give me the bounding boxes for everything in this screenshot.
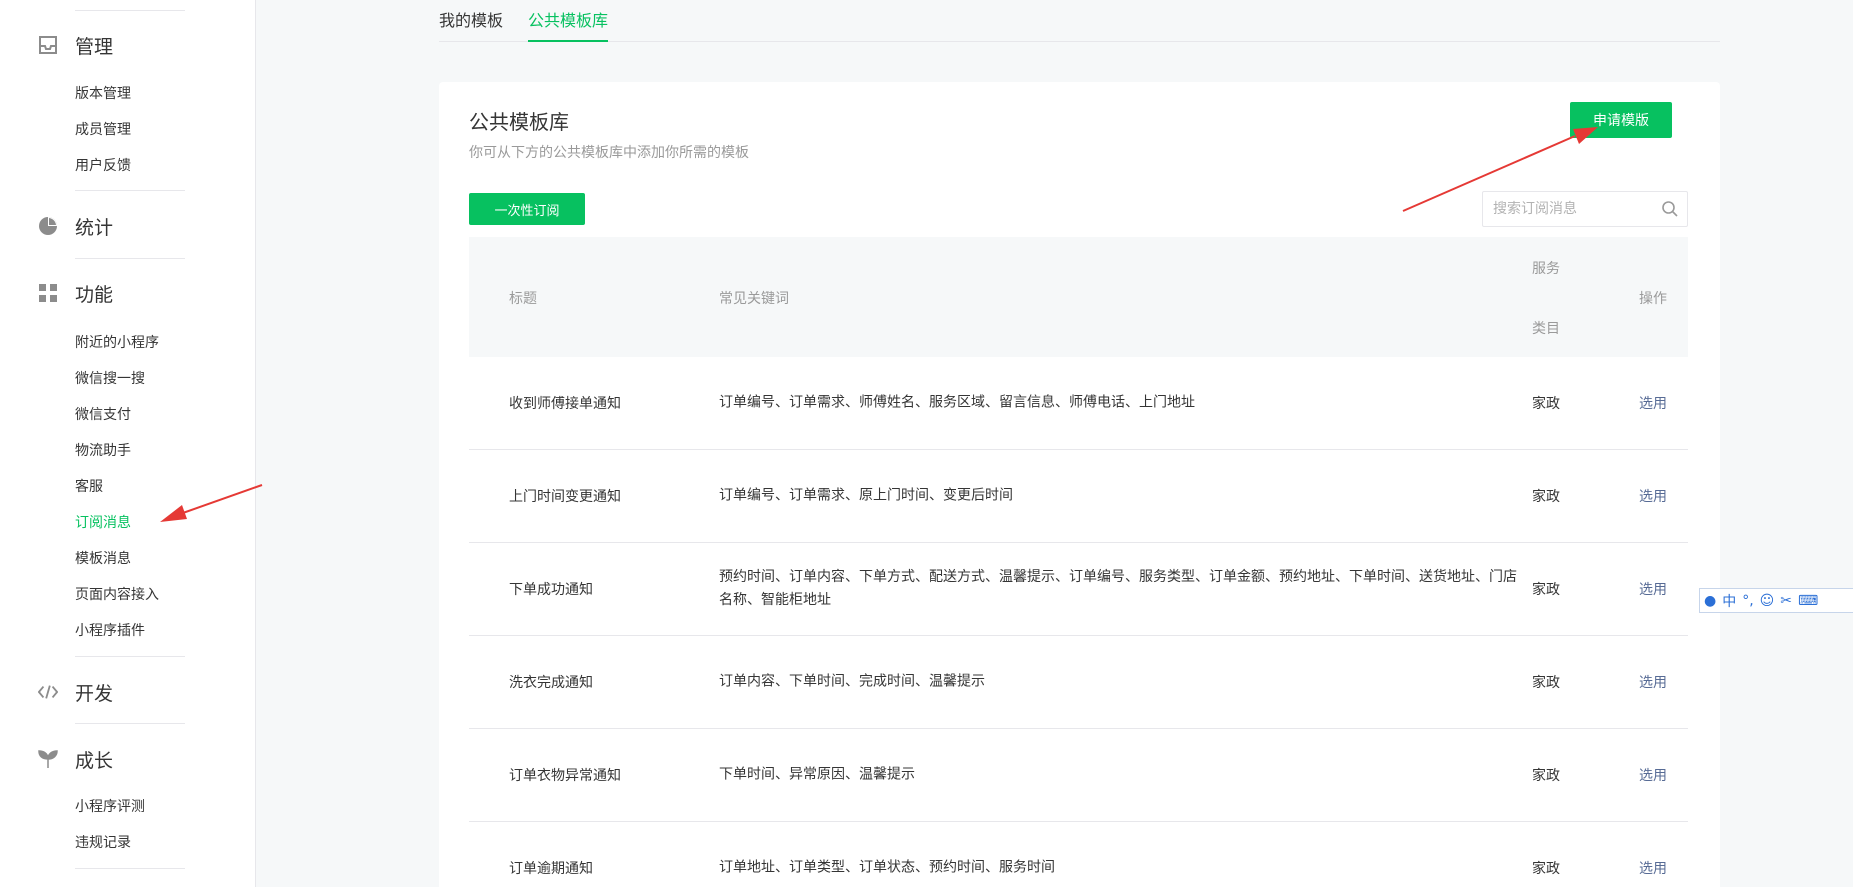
row-keywords: 下单时间、异常原因、温馨提示 <box>719 766 915 783</box>
header-keywords: 常见关键词 <box>719 291 789 307</box>
select-link[interactable]: 选用 <box>1639 486 1667 506</box>
table-row: 下单成功通知 预约时间、订单内容、下单方式、配送方式、温馨提示、订单编号、服务类… <box>469 543 1688 636</box>
sidebar-divider <box>75 723 185 724</box>
inbox-icon <box>38 35 58 55</box>
sidebar-divider <box>75 10 185 11</box>
sidebar-divider <box>75 190 185 191</box>
sidebar-item-logistics[interactable]: 物流助手 <box>75 441 131 461</box>
sidebar-item-wechat-pay[interactable]: 微信支付 <box>75 405 131 425</box>
page-description: 你可从下方的公共模板库中添加你所需的模板 <box>469 145 749 161</box>
sidebar-divider <box>75 656 185 657</box>
sidebar-section-features[interactable]: 功能 <box>38 278 113 308</box>
sidebar-item-violations[interactable]: 违规记录 <box>75 833 131 853</box>
row-keywords: 订单地址、订单类型、订单状态、预约时间、服务时间 <box>719 859 1055 876</box>
row-category: 家政 <box>1532 861 1560 877</box>
table-row: 收到师傅接单通知 订单编号、订单需求、师傅姓名、服务区域、留言信息、师傅电话、上… <box>469 357 1688 450</box>
sidebar-item-feedback[interactable]: 用户反馈 <box>75 156 131 176</box>
sidebar-item-version[interactable]: 版本管理 <box>75 84 131 104</box>
sprout-icon <box>38 749 58 769</box>
tab-bar: 我的模板 公共模板库 <box>439 0 1720 42</box>
sidebar-item-plugins[interactable]: 小程序插件 <box>75 621 145 641</box>
sidebar-section-growth[interactable]: 成长 <box>38 744 113 774</box>
ime-toolbar[interactable]: ● 中 °, ☺ ✂ ⌨ <box>1699 588 1853 613</box>
main-content: 我的模板 公共模板库 公共模板库 你可从下方的公共模板库中添加你所需的模板 申请… <box>256 0 1853 887</box>
row-category: 家政 <box>1532 489 1560 505</box>
select-link[interactable]: 选用 <box>1639 672 1667 692</box>
row-title: 订单衣物异常通知 <box>509 768 621 784</box>
sidebar-item-page-content[interactable]: 页面内容接入 <box>75 585 159 605</box>
row-category: 家政 <box>1532 582 1560 598</box>
row-keywords: 订单内容、下单时间、完成时间、温馨提示 <box>719 673 985 690</box>
sidebar-item-wechat-search[interactable]: 微信搜一搜 <box>75 369 145 389</box>
table-row: 订单逾期通知 订单地址、订单类型、订单状态、预约时间、服务时间 家政 选用 <box>469 822 1688 887</box>
sidebar-item-subscribe-message[interactable]: 订阅消息 <box>75 513 131 533</box>
template-panel: 公共模板库 你可从下方的公共模板库中添加你所需的模板 申请模版 一次性订阅 标题… <box>439 82 1720 887</box>
row-keywords: 预约时间、订单内容、下单方式、配送方式、温馨提示、订单编号、服务类型、订单金额、… <box>719 569 1517 608</box>
pie-chart-icon <box>38 216 58 236</box>
header-category-line2: 类目 <box>1532 321 1560 337</box>
select-link[interactable]: 选用 <box>1639 579 1667 599</box>
apply-template-button[interactable]: 申请模版 <box>1570 102 1672 138</box>
emoji-icon[interactable]: ☺ <box>1760 593 1775 609</box>
select-link[interactable]: 选用 <box>1639 765 1667 785</box>
row-title: 下单成功通知 <box>509 582 593 598</box>
table-header: 标题 常见关键词 服务 类目 操作 <box>469 237 1688 357</box>
sidebar-item-nearby[interactable]: 附近的小程序 <box>75 333 159 353</box>
header-category-line1: 服务 <box>1532 261 1560 277</box>
row-title: 收到师傅接单通知 <box>509 396 621 412</box>
sidebar-section-develop[interactable]: 开发 <box>38 677 113 707</box>
table-row: 洗衣完成通知 订单内容、下单时间、完成时间、温馨提示 家政 选用 <box>469 636 1688 729</box>
sidebar-section-label: 开发 <box>75 682 114 705</box>
select-link[interactable]: 选用 <box>1639 393 1667 413</box>
row-category: 家政 <box>1532 675 1560 691</box>
search-input[interactable] <box>1483 192 1655 226</box>
punctuation-icon[interactable]: °, <box>1742 593 1753 609</box>
sidebar-section-label: 功能 <box>75 283 114 306</box>
sidebar-item-review[interactable]: 小程序评测 <box>75 797 145 817</box>
row-keywords: 订单编号、订单需求、师傅姓名、服务区域、留言信息、师傅电话、上门地址 <box>719 394 1195 411</box>
ime-mode[interactable]: 中 <box>1722 591 1736 611</box>
sidebar-section-stats[interactable]: 统计 <box>38 211 113 241</box>
header-action: 操作 <box>1639 291 1667 307</box>
table-row: 订单衣物异常通知 下单时间、异常原因、温馨提示 家政 选用 <box>469 729 1688 822</box>
grid-icon <box>38 283 58 303</box>
sidebar-section-label: 统计 <box>75 216 114 239</box>
sidebar-item-template-message[interactable]: 模板消息 <box>75 549 131 569</box>
select-link[interactable]: 选用 <box>1639 858 1667 878</box>
search-box <box>1482 191 1688 227</box>
sidebar-divider <box>75 258 185 259</box>
tab-public-templates[interactable]: 公共模板库 <box>528 10 609 42</box>
sidebar-section-label: 成长 <box>75 749 114 772</box>
sidebar-section-manage[interactable]: 管理 <box>38 30 113 60</box>
row-category: 家政 <box>1532 768 1560 784</box>
sidebar-item-members[interactable]: 成员管理 <box>75 120 131 140</box>
row-keywords: 订单编号、订单需求、原上门时间、变更后时间 <box>719 487 1013 504</box>
code-icon <box>38 682 58 702</box>
keyboard-icon[interactable]: ⌨ <box>1798 593 1818 609</box>
table-row: 上门时间变更通知 订单编号、订单需求、原上门时间、变更后时间 家政 选用 <box>469 450 1688 543</box>
row-title: 洗衣完成通知 <box>509 675 593 691</box>
tab-my-templates[interactable]: 我的模板 <box>439 10 503 42</box>
header-title: 标题 <box>509 291 537 307</box>
one-time-subscribe-button[interactable]: 一次性订阅 <box>469 193 585 225</box>
row-category: 家政 <box>1532 396 1560 412</box>
scissors-icon[interactable]: ✂ <box>1780 593 1792 609</box>
row-title: 上门时间变更通知 <box>509 489 621 505</box>
row-title: 订单逾期通知 <box>509 861 593 877</box>
sidebar-divider <box>75 868 185 869</box>
sidebar-item-customer-service[interactable]: 客服 <box>75 477 103 497</box>
page-title: 公共模板库 <box>469 110 569 134</box>
search-icon[interactable] <box>1661 200 1679 218</box>
user-icon[interactable]: ● <box>1704 593 1716 609</box>
sidebar: 管理 版本管理 成员管理 用户反馈 统计 功能 附近的小程序 微信搜一搜 微信支… <box>0 0 256 887</box>
sidebar-section-label: 管理 <box>75 35 114 58</box>
